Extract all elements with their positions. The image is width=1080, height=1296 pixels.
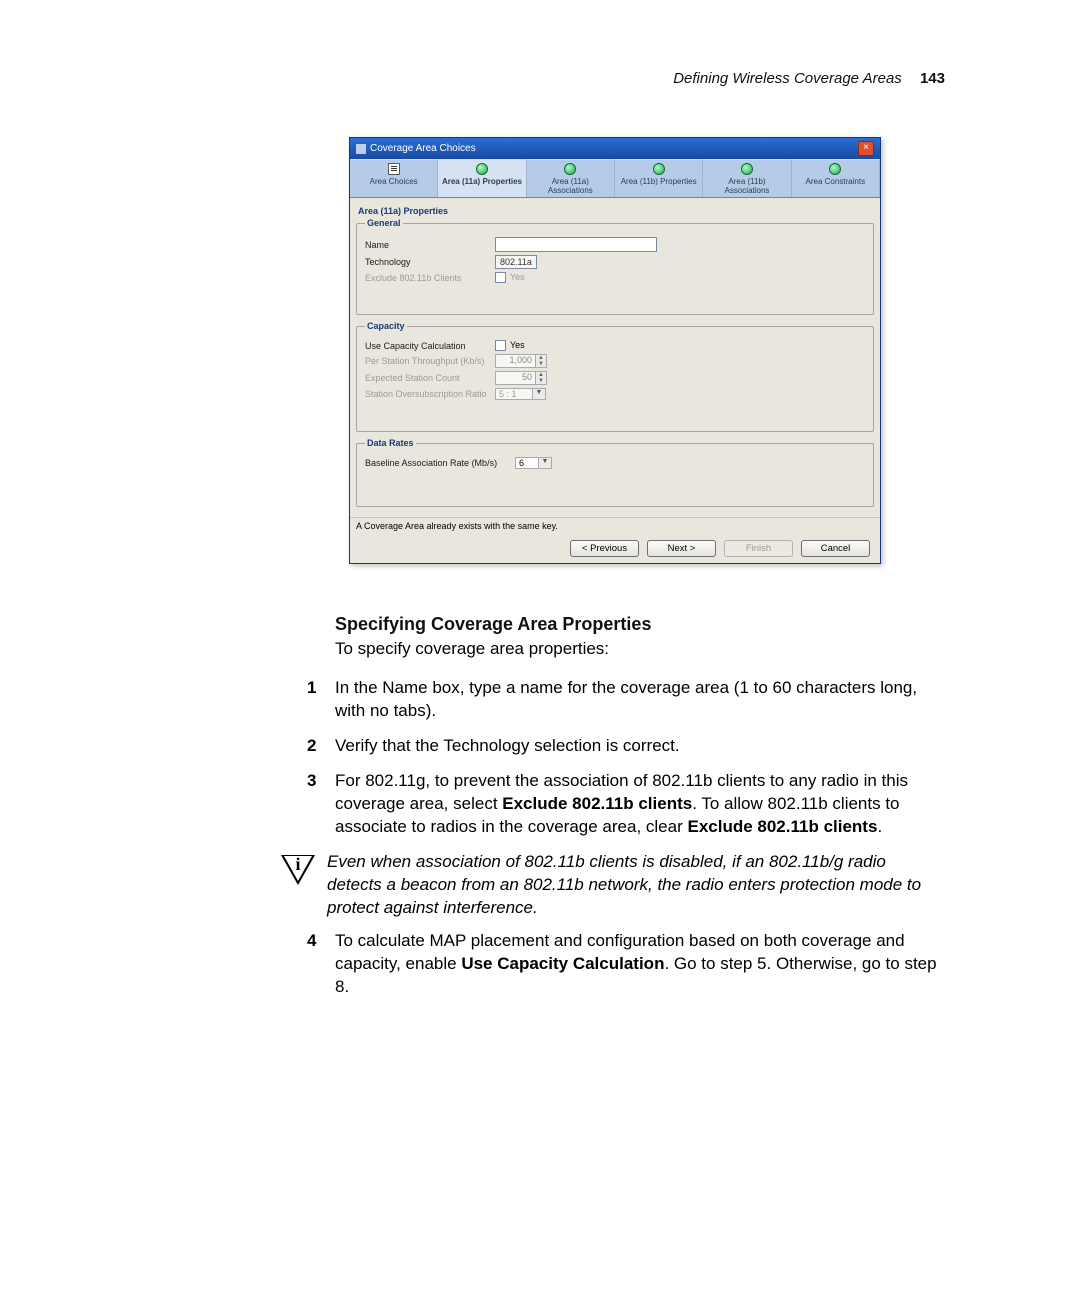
step-text: To calculate MAP placement and configura… xyxy=(335,931,937,996)
steps-list-cont: 4 To calculate MAP placement and configu… xyxy=(305,930,945,999)
step-number: 2 xyxy=(307,735,316,758)
tab-area-11a-properties[interactable]: Area (11a) Properties xyxy=(438,159,526,197)
baseline-label: Baseline Association Rate (Mb/s) xyxy=(365,458,515,468)
tab-area-choices[interactable]: Area Choices xyxy=(350,159,438,197)
tab-label: Area Choices xyxy=(370,177,418,186)
step-icon xyxy=(564,163,576,175)
capacity-legend: Capacity xyxy=(365,321,407,331)
cancel-button[interactable]: Cancel xyxy=(801,540,870,557)
per-station-label: Per Station Throughput (Kb/s) xyxy=(365,356,495,366)
technology-value: 802.11a xyxy=(495,255,537,269)
exclude-label: Exclude 802.11b Clients xyxy=(365,273,495,283)
row-name: Name xyxy=(365,237,865,252)
close-icon: × xyxy=(863,142,869,153)
row-expected-count: Expected Station Count 50▲▼ xyxy=(365,371,865,385)
document-page: Defining Wireless Coverage Areas 143 Cov… xyxy=(285,70,945,1011)
technology-label: Technology xyxy=(365,257,495,267)
row-baseline-rate: Baseline Association Rate (Mb/s) 6▼ xyxy=(365,457,865,469)
tab-label: Area (11a) Properties xyxy=(442,177,522,186)
chevron-down-icon: ▼ xyxy=(538,458,551,468)
wizard-tabs: Area Choices Area (11a) Properties Area … xyxy=(350,159,880,198)
close-button[interactable]: × xyxy=(858,141,874,156)
expected-count-stepper: 50▲▼ xyxy=(495,371,547,385)
app-icon xyxy=(356,144,366,154)
next-button[interactable]: Next > xyxy=(647,540,716,557)
data-rates-legend: Data Rates xyxy=(365,438,416,448)
step-number: 3 xyxy=(307,770,316,793)
status-message: A Coverage Area already exists with the … xyxy=(350,517,880,534)
previous-button[interactable]: < Previous xyxy=(570,540,639,557)
tab-label: Area (11b) Associations xyxy=(725,177,770,195)
steps-list: 1 In the Name box, type a name for the c… xyxy=(305,677,945,839)
lead-text: To specify coverage area properties: xyxy=(335,639,945,659)
row-use-capacity: Use Capacity Calculation Yes xyxy=(365,340,865,351)
page-number: 143 xyxy=(920,70,945,87)
step-text: Verify that the Technology selection is … xyxy=(335,736,680,755)
row-per-station: Per Station Throughput (Kb/s) 1,000▲▼ xyxy=(365,354,865,368)
row-exclude-11b: Exclude 802.11b Clients Yes xyxy=(365,272,865,283)
general-group: General Name Technology 802.11a Exclude … xyxy=(356,218,874,315)
checkbox-icon xyxy=(495,340,506,351)
capacity-group: Capacity Use Capacity Calculation Yes Pe… xyxy=(356,321,874,432)
name-field[interactable] xyxy=(495,237,657,252)
spinner-buttons: ▲▼ xyxy=(536,354,547,368)
name-label: Name xyxy=(365,240,495,250)
spinner-buttons: ▲▼ xyxy=(536,371,547,385)
step-icon xyxy=(476,163,488,175)
use-capacity-checkbox[interactable]: Yes xyxy=(495,340,525,351)
expected-count-label: Expected Station Count xyxy=(365,373,495,383)
oversub-label: Station Oversubscription Ratio xyxy=(365,389,495,399)
step-icon xyxy=(829,163,841,175)
step-text: For 802.11g, to prevent the association … xyxy=(335,771,908,836)
note-text: Even when association of 802.11b clients… xyxy=(327,851,945,920)
header-title: Defining Wireless Coverage Areas xyxy=(673,70,902,87)
info-note: i Even when association of 802.11b clien… xyxy=(281,851,945,920)
wizard-buttons: < Previous Next > Finish Cancel xyxy=(350,534,880,563)
exclude-checkbox: Yes xyxy=(495,272,525,283)
step-1: 1 In the Name box, type a name for the c… xyxy=(335,677,945,723)
tab-area-11a-associations[interactable]: Area (11a) Associations xyxy=(527,159,615,197)
step-icon xyxy=(741,163,753,175)
checkbox-icon xyxy=(495,272,506,283)
oversub-select: 5 : 1▼ xyxy=(495,388,546,400)
step-icon xyxy=(653,163,665,175)
row-technology: Technology 802.11a xyxy=(365,255,865,269)
per-station-stepper: 1,000▲▼ xyxy=(495,354,547,368)
panel-title: Area (11a) Properties xyxy=(358,206,874,216)
step-2: 2 Verify that the Technology selection i… xyxy=(335,735,945,758)
tab-area-11b-associations[interactable]: Area (11b) Associations xyxy=(703,159,791,197)
running-header: Defining Wireless Coverage Areas 143 xyxy=(285,70,945,87)
finish-button: Finish xyxy=(724,540,793,557)
dialog-coverage-area-choices: Coverage Area Choices × Area Choices Are… xyxy=(349,137,881,564)
tab-area-11b-properties[interactable]: Area (11b) Properties xyxy=(615,159,703,197)
tab-label: Area (11b) Properties xyxy=(621,177,697,186)
tab-label: Area (11a) Associations xyxy=(548,177,593,195)
baseline-rate-select[interactable]: 6▼ xyxy=(515,457,552,469)
chevron-down-icon: ▼ xyxy=(536,378,546,384)
section-heading: Specifying Coverage Area Properties xyxy=(335,614,945,635)
step-number: 4 xyxy=(307,930,316,953)
tab-area-constraints[interactable]: Area Constraints xyxy=(792,159,880,197)
general-legend: General xyxy=(365,218,403,228)
step-number: 1 xyxy=(307,677,316,700)
chevron-down-icon: ▼ xyxy=(532,389,545,399)
step-3: 3 For 802.11g, to prevent the associatio… xyxy=(335,770,945,839)
info-icon: i xyxy=(281,853,315,887)
step-text: In the Name box, type a name for the cov… xyxy=(335,678,917,720)
window-title: Coverage Area Choices xyxy=(370,143,476,154)
wizard-panel: Area (11a) Properties General Name Techn… xyxy=(350,198,880,517)
tab-label: Area Constraints xyxy=(806,177,866,186)
use-capacity-label: Use Capacity Calculation xyxy=(365,341,495,351)
data-rates-group: Data Rates Baseline Association Rate (Mb… xyxy=(356,438,874,507)
chevron-down-icon: ▼ xyxy=(536,361,546,367)
row-oversub: Station Oversubscription Ratio 5 : 1▼ xyxy=(365,388,865,400)
titlebar[interactable]: Coverage Area Choices × xyxy=(350,138,880,159)
step-4: 4 To calculate MAP placement and configu… xyxy=(335,930,945,999)
list-icon xyxy=(388,163,400,175)
